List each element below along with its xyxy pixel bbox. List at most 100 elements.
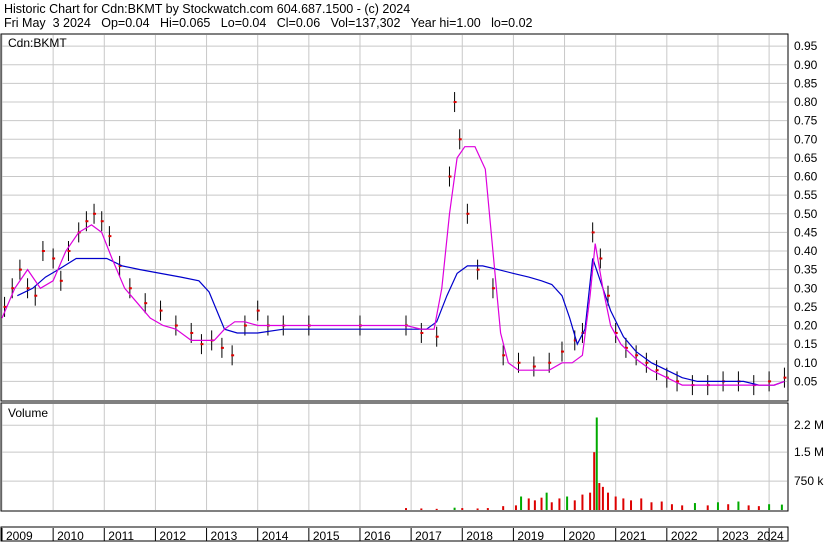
volume-bar [461, 508, 464, 510]
close-marker [93, 212, 97, 215]
price-tick-label: 0.75 [794, 114, 818, 128]
close-marker [476, 268, 480, 271]
year-tick-label: 2010 [57, 529, 84, 543]
close-marker [159, 309, 163, 312]
close-marker [85, 220, 89, 223]
volume-bar [405, 508, 408, 510]
volume-bar [486, 508, 489, 510]
volume-bar [693, 503, 696, 510]
price-tick-label: 0.50 [794, 207, 818, 221]
close-marker [448, 175, 452, 178]
year-tick-label: 2023 [722, 529, 749, 543]
volume-bar [453, 507, 456, 510]
volume-bar [593, 452, 596, 510]
price-tick-label: 0.15 [794, 337, 818, 351]
close-marker [26, 287, 30, 290]
year-tick-label: 2014 [262, 529, 289, 543]
price-tick-label: 0.90 [794, 58, 818, 72]
volume-bar [520, 496, 523, 510]
volume-bar [670, 504, 673, 510]
year-tick-label: 2012 [159, 529, 186, 543]
price-tick-label: 0.10 [794, 356, 818, 370]
volume-bar [550, 502, 553, 510]
price-tick-label: 0.95 [794, 39, 818, 53]
volume-bar [514, 505, 517, 510]
close-marker [243, 324, 247, 327]
volume-panel-frame [0, 402, 789, 512]
price-tick-label: 0.20 [794, 319, 818, 333]
volume-bar [595, 417, 598, 510]
close-marker [548, 361, 552, 364]
close-marker [458, 138, 462, 141]
close-marker [420, 331, 424, 334]
year-tick-label: 2011 [108, 529, 134, 543]
price-tick-label: 0.60 [794, 170, 818, 184]
close-marker [768, 380, 772, 383]
close-marker [607, 294, 611, 297]
close-marker [491, 287, 495, 290]
volume-bar [527, 498, 530, 510]
volume-panel-label: Volume [8, 406, 48, 420]
volume-bar [420, 508, 423, 510]
volume-bar [780, 504, 783, 510]
close-marker [591, 231, 595, 234]
price-tick-label: 0.40 [794, 244, 818, 258]
volume-bar [581, 494, 584, 510]
volume-bar [545, 492, 548, 510]
price-tick-label: 0.05 [794, 374, 818, 388]
price-layer [3, 92, 787, 396]
volume-bar [540, 497, 543, 510]
price-tick-label: 0.80 [794, 95, 818, 109]
price-tick-label: 0.35 [794, 263, 818, 277]
year-tick-label: 2013 [211, 529, 238, 543]
close-marker [174, 324, 178, 327]
close-marker [200, 343, 204, 346]
close-marker [108, 235, 112, 238]
year-tick-label: 2021 [620, 529, 647, 543]
volume-layer [405, 417, 783, 510]
moving-average-long-line [17, 257, 785, 386]
close-marker [41, 250, 45, 253]
close-marker [59, 279, 63, 282]
close-marker [256, 309, 260, 312]
volume-bar [502, 506, 505, 510]
price-panel-label: Cdn:BKMT [8, 36, 67, 50]
axis-layer: 0.95 0.90 0.85 0.80 0.75 0.70 0.65 0.60 0.55 0.50… [1, 39, 824, 543]
volume-bar [640, 498, 643, 510]
close-marker [453, 101, 457, 104]
volume-bar [630, 500, 633, 510]
close-marker [635, 354, 639, 357]
volume-bar [601, 486, 604, 510]
close-marker [435, 335, 439, 338]
volume-bar [558, 498, 561, 510]
volume-bar [716, 502, 719, 510]
close-marker [100, 220, 104, 223]
volume-tick-label: 2.2 M [794, 418, 824, 432]
volume-bar [757, 506, 760, 510]
volume-bar [737, 501, 740, 510]
year-tick-label: 2022 [671, 529, 698, 543]
close-marker [128, 287, 132, 290]
volume-bar [706, 505, 709, 510]
volume-bar [622, 498, 625, 510]
close-marker [52, 257, 56, 260]
close-marker [655, 369, 659, 372]
close-marker [220, 346, 224, 349]
volume-bar [566, 496, 569, 510]
close-marker [144, 302, 148, 305]
year-tick-label: 2024 [757, 529, 784, 543]
price-panel-frame [0, 33, 789, 402]
volume-bar [589, 492, 592, 510]
close-marker [783, 376, 787, 379]
volume-bar [607, 492, 610, 510]
price-tick-label: 0.65 [794, 151, 818, 165]
volume-tick-label: 1.5 M [794, 445, 824, 459]
close-marker [466, 212, 470, 215]
year-tick-label: 2016 [364, 529, 391, 543]
year-tick-label: 2015 [313, 529, 340, 543]
close-marker [190, 331, 194, 334]
year-tick-label: 2019 [517, 529, 544, 543]
close-marker [67, 250, 71, 253]
volume-bar [681, 505, 684, 510]
volume-bar [533, 500, 536, 510]
